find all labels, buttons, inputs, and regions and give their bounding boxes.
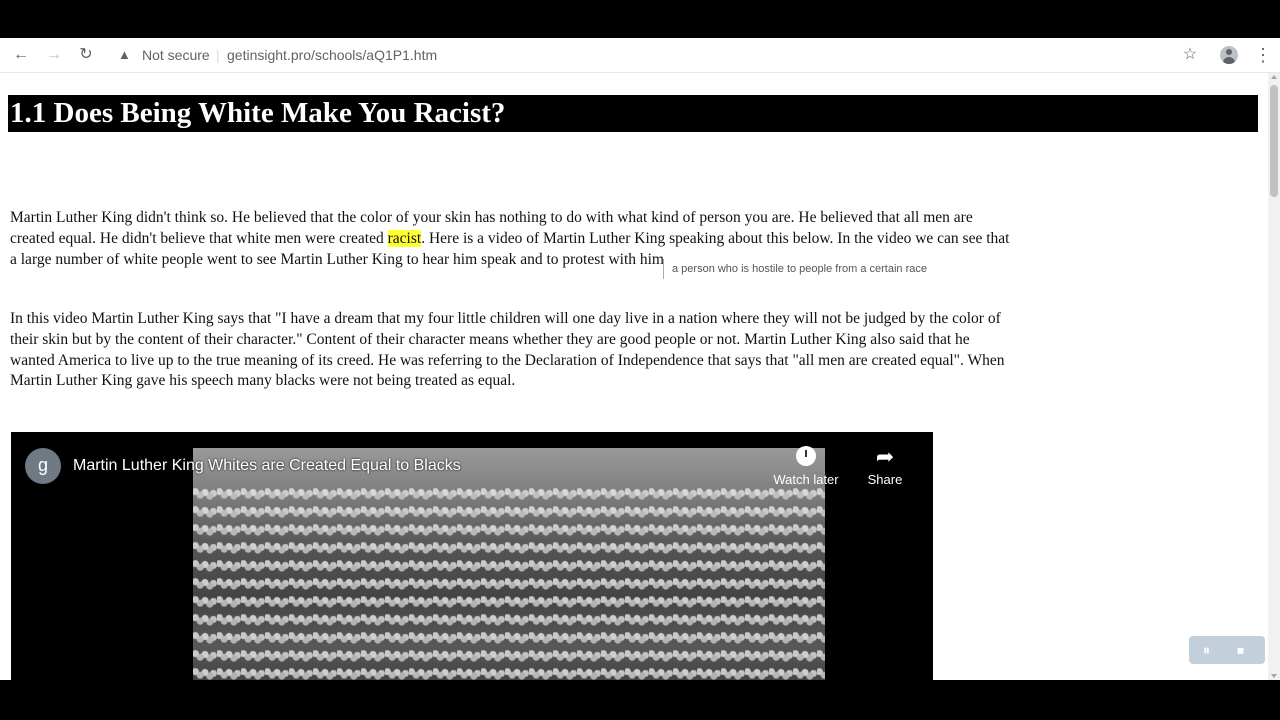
security-label: Not secure [142,47,210,63]
video-title[interactable]: Martin Luther King Whites are Created Eq… [73,456,461,476]
share-label: Share [867,472,903,487]
recording-controls[interactable]: ⏸ ⏹ [1189,636,1265,664]
crowd-image [193,488,825,680]
watch-later-button[interactable]: Watch later [771,446,841,487]
reload-icon[interactable]: ↻ [75,44,97,66]
profile-head [1226,49,1232,55]
back-arrow-icon[interactable]: ← [10,44,32,66]
stop-icon[interactable]: ⏹ [1237,642,1244,658]
browser-toolbar: ← → ↻ ▲ Not secure | getinsight.pro/scho… [0,38,1280,73]
url-text: getinsight.pro/schools/aQ1P1.htm [227,47,438,63]
scroll-thumb[interactable] [1270,85,1278,197]
scroll-down-icon[interactable] [1271,674,1277,678]
youtube-embed[interactable]: g Martin Luther King Whites are Created … [11,432,933,680]
page-content: 1.1 Does Being White Make You Racist? Ma… [0,73,1268,680]
warning-icon: ▲ [118,47,131,62]
page-title: 1.1 Does Being White Make You Racist? [8,95,1258,132]
video-thumbnail[interactable] [193,448,825,680]
scroll-up-icon[interactable] [1271,75,1277,79]
bottom-black-bar [0,680,1280,720]
watch-later-label: Watch later [773,472,839,487]
channel-avatar[interactable]: g [25,448,61,484]
star-icon[interactable]: ☆ [1180,44,1200,66]
page-title-text: 1.1 Does Being White Make You Racist? [10,97,506,129]
top-black-bar [0,0,1280,38]
highlighted-word[interactable]: racist [387,229,422,247]
share-arrow-icon: ➦ [875,444,895,469]
share-button[interactable]: ➦ Share [857,444,913,488]
address-separator: | [216,47,220,63]
profile-icon[interactable] [1220,46,1238,64]
profile-body [1223,57,1235,64]
definition-tooltip: a person who is hostile to people from a… [663,259,935,279]
clock-icon [796,446,816,466]
paragraph-2: In this video Martin Luther King says th… [10,310,1005,390]
kebab-menu-icon[interactable]: ⋮ [1254,44,1272,66]
page-scrollbar[interactable] [1268,73,1280,680]
pause-icon[interactable]: ⏸ [1203,642,1210,658]
address-bar[interactable]: ▲ Not secure | getinsight.pro/schools/aQ… [110,42,1210,68]
forward-arrow-icon[interactable]: → [43,44,65,66]
